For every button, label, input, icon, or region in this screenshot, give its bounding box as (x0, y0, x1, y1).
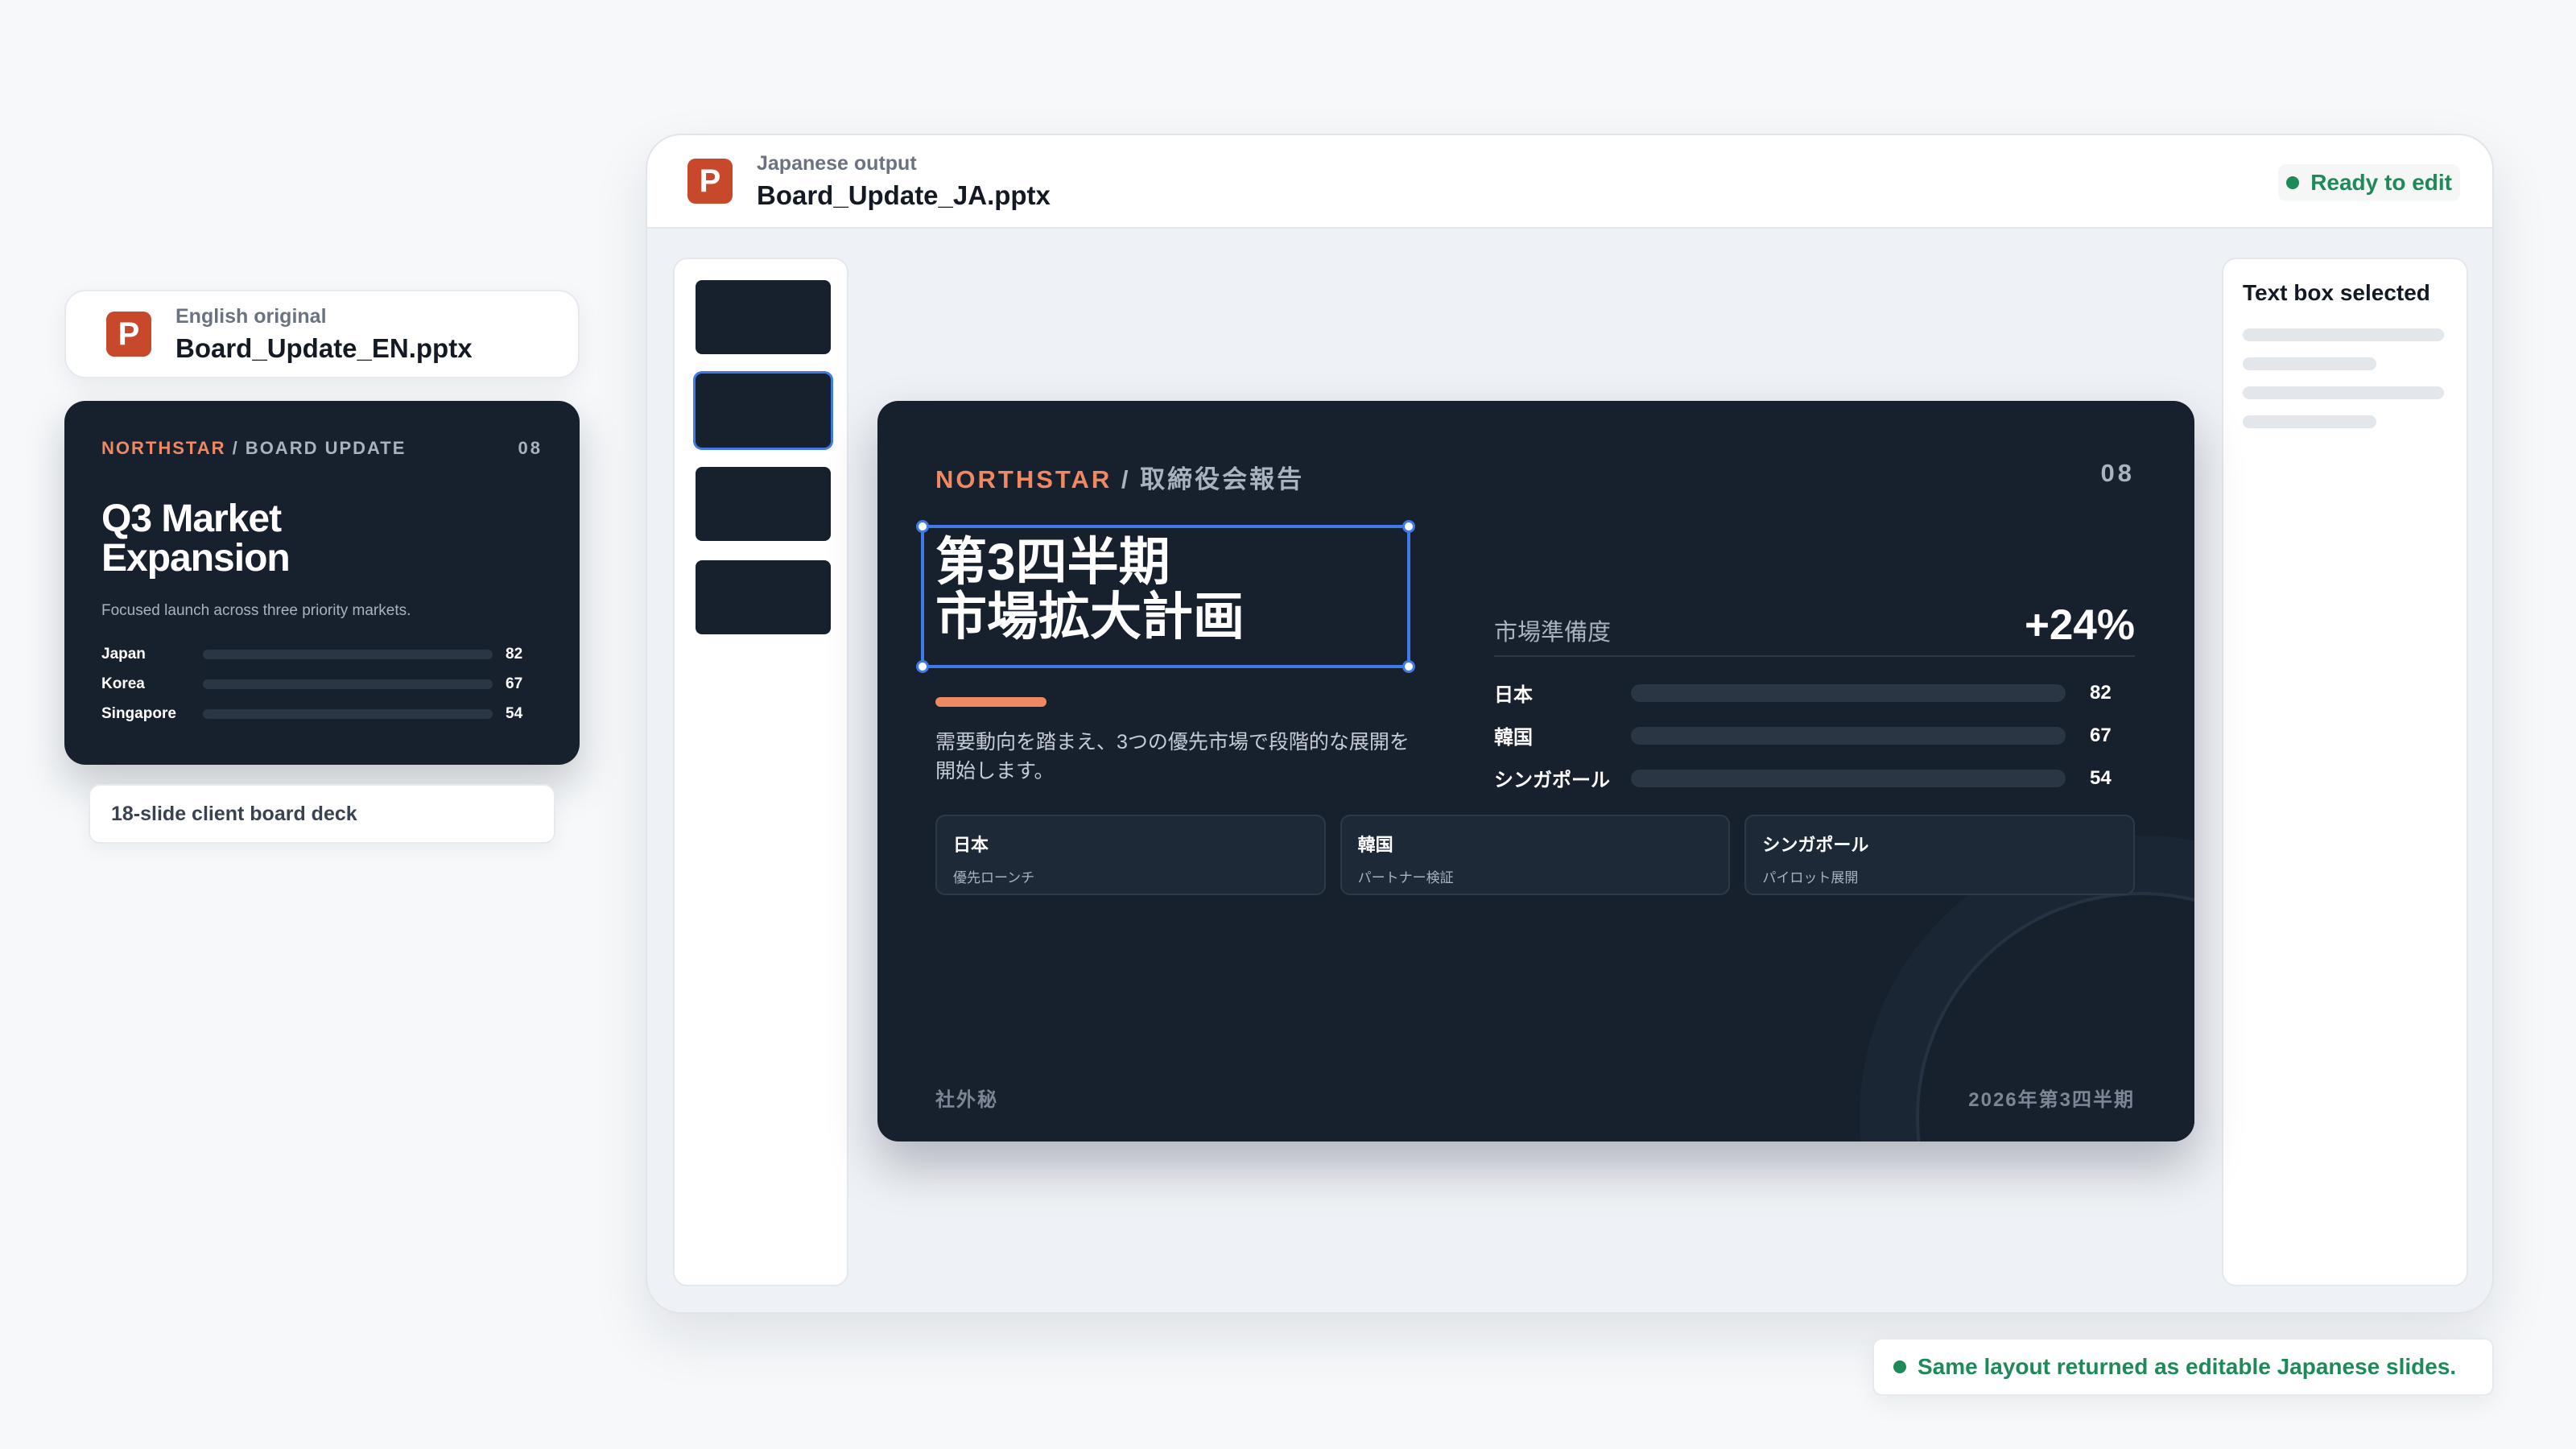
japanese-slide-canvas: NORTHSTAR / 取締役会報告 08 第3四半期 市場拡大計画 需要動向を… (877, 401, 2194, 1141)
slide-thumbnail[interactable] (696, 374, 831, 448)
metric-header: 市場準備度 +24% (1494, 601, 2135, 657)
market-card-title: 韓国 (1357, 835, 1393, 855)
ready-status-badge[interactable]: Ready to edit (2278, 164, 2460, 201)
english-slide-preview: NORTHSTAR / BOARD UPDATE 08 Q3 Market Ex… (64, 401, 580, 765)
property-placeholder (2243, 386, 2444, 399)
english-slide-number: 08 (518, 438, 543, 458)
bar-value: 82 (2090, 681, 2112, 704)
deck-info-pill: 18-slide client board deck (89, 784, 555, 844)
slide-thumbnail[interactable] (696, 467, 831, 541)
bar-row: Singapore 54 (101, 699, 543, 729)
bar-value: 82 (506, 645, 523, 663)
bar-row: 日本 82 (1494, 671, 2135, 714)
properties-panel: Text box selected (2222, 258, 2468, 1286)
bar-label: 日本 (1494, 684, 1533, 706)
market-card[interactable]: 韓国 パートナー検証 (1340, 815, 1731, 895)
powerpoint-icon: P (106, 312, 151, 357)
bar-label: Korea (101, 675, 145, 692)
bar-row: Korea 67 (101, 669, 543, 699)
market-card-subtitle: 優先ローンチ (953, 870, 1035, 886)
metric-label[interactable]: 市場準備度 (1494, 613, 1611, 647)
english-slide-title: Q3 Market Expansion (101, 497, 291, 580)
brand-subtitle: / BOARD UPDATE (225, 438, 407, 458)
brand-name: NORTHSTAR (935, 465, 1113, 493)
bar-row: シンガポール 54 (1494, 757, 2135, 799)
selected-text-box[interactable] (916, 520, 1415, 673)
bar-row: Japan 82 (101, 639, 543, 669)
english-slide-description: Focused launch across three priority mar… (101, 602, 411, 619)
english-slide-header: NORTHSTAR / BOARD UPDATE 08 (101, 438, 543, 459)
market-card-title: シンガポール (1762, 835, 1869, 855)
english-file-card[interactable]: P English original Board_Update_EN.pptx (64, 290, 580, 378)
bar-track (203, 708, 493, 719)
accent-bar (935, 697, 1046, 707)
japanese-slide-header: NORTHSTAR / 取締役会報告 08 (935, 459, 2135, 495)
japanese-slide-description[interactable]: 需要動向を踏まえ、3つの優先市場で段階的な展開を開始します。 (935, 728, 1426, 786)
bar-label: シンガポール (1494, 770, 1610, 791)
brand-name: NORTHSTAR (101, 438, 226, 458)
japanese-bar-list: 日本 82 韓国 67 シンガポール 54 (1494, 671, 2135, 799)
market-card[interactable]: 日本 優先ローンチ (935, 815, 1326, 895)
market-card-title: 日本 (953, 835, 989, 855)
english-file-name: Board_Update_EN.pptx (175, 332, 473, 363)
metric-value[interactable]: +24% (2025, 601, 2135, 650)
market-card-subtitle: パイロット展開 (1762, 870, 1859, 886)
powerpoint-icon: P (687, 159, 733, 204)
bar-label: Singapore (101, 704, 176, 722)
properties-title: Text box selected (2243, 280, 2430, 305)
slide-thumbnail-panel (673, 258, 848, 1286)
property-placeholder (2243, 357, 2376, 370)
slide-thumbnail[interactable] (696, 560, 831, 634)
bar-value: 67 (506, 675, 523, 692)
slide-thumbnail[interactable] (696, 280, 831, 354)
resize-handle[interactable] (916, 520, 929, 533)
bar-label: Japan (101, 645, 146, 663)
english-file-meta: English original Board_Update_EN.pptx (175, 305, 473, 364)
english-slide-brand: NORTHSTAR / BOARD UPDATE (101, 438, 406, 459)
status-dot-icon (2286, 176, 2300, 189)
japanese-file-label: Japanese output (757, 151, 917, 175)
english-bar-list: Japan 82 Korea 67 Singapore 54 (101, 639, 543, 729)
japanese-slide-number[interactable]: 08 (2101, 459, 2135, 495)
ready-status-label: Ready to edit (2310, 170, 2452, 195)
market-card[interactable]: シンガポールパイロット展開 (1744, 815, 2136, 895)
resize-handle[interactable] (1402, 520, 1415, 533)
japanese-file-meta: Japanese output Board_Update_JA.pptx (757, 152, 1051, 211)
bar-track (1631, 683, 2066, 702)
bar-value: 67 (2090, 724, 2112, 746)
window-header: P Japanese output Board_Update_JA.pptx R… (647, 135, 2492, 229)
english-file-label: English original (175, 304, 327, 328)
result-note: Same layout returned as editable Japanes… (1872, 1338, 2494, 1396)
market-cards: 日本 優先ローンチ 韓国 パートナー検証 シンガポール パイロット展開 (935, 815, 2136, 895)
market-card-subtitle: パートナー検証 (1357, 870, 1454, 886)
confidential-footer[interactable]: 社外秘 (935, 1084, 998, 1112)
bar-value: 54 (2090, 766, 2112, 789)
resize-handle[interactable] (1402, 660, 1415, 673)
period-footer[interactable]: 2026年第3四半期 (1968, 1084, 2135, 1112)
bar-track (1631, 726, 2066, 745)
bar-value: 54 (506, 704, 523, 722)
bar-label: 韓国 (1494, 727, 1533, 749)
bar-track (203, 649, 493, 659)
property-placeholder (2243, 415, 2376, 428)
japanese-file-name: Board_Update_JA.pptx (757, 180, 1051, 210)
bar-track (203, 679, 493, 689)
japanese-slide-brand[interactable]: NORTHSTAR / 取締役会報告 (935, 459, 1304, 495)
bar-track (1631, 769, 2066, 787)
property-placeholder (2243, 328, 2444, 341)
result-note-text: Same layout returned as editable Japanes… (1918, 1354, 2457, 1379)
resize-handle[interactable] (916, 660, 929, 673)
status-dot-icon (1893, 1360, 1906, 1373)
bar-row: 韓国 67 (1494, 714, 2135, 757)
brand-subtitle: / 取締役会報告 (1112, 465, 1305, 493)
